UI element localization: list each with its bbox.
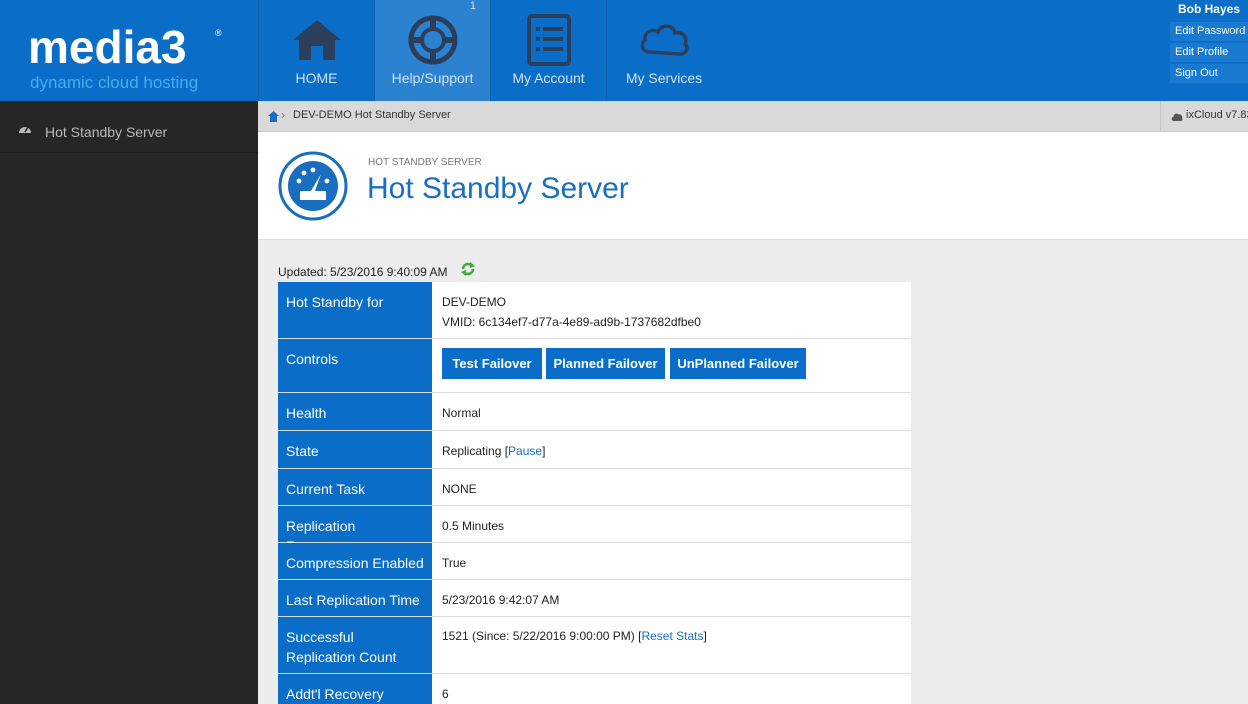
gauge-icon: [19, 126, 31, 133]
successful-count-value: 1521 (Since: 5/22/2016 9:00:00 PM) [Rese…: [442, 629, 707, 643]
sidebar-item-hot-standby[interactable]: Hot Standby Server: [0, 111, 258, 153]
speedometer-icon: [278, 151, 348, 221]
lifebuoy-icon: [408, 15, 457, 65]
table-row: Controls Test Failover Planned Failover …: [278, 339, 911, 393]
unplanned-failover-button[interactable]: UnPlanned Failover: [670, 348, 806, 379]
main-content: Updated: 5/23/2016 9:40:09 AM Hot Standb…: [258, 241, 1248, 704]
table-row: Current Task NONE: [278, 469, 911, 506]
row-label: Addt'l Recovery Points: [278, 674, 433, 704]
standby-vmid: VMID: 6c134ef7-d77a-4e89-ad9b-1737682dfb…: [442, 315, 701, 329]
breadcrumb: › DEV-DEMO Hot Standby Server ixCloud v7…: [258, 101, 1248, 132]
nav-services-label: My Services: [625, 70, 703, 86]
row-label: Replication Frequency: [278, 506, 433, 554]
compression-value: True: [442, 556, 467, 570]
refresh-icon[interactable]: [460, 261, 476, 277]
document-list-icon: [526, 14, 571, 66]
row-label: Compression Enabled: [278, 543, 433, 579]
edit-profile-link[interactable]: Edit Profile: [1170, 43, 1248, 62]
replication-frequency-value: 0.5 Minutes: [442, 519, 505, 533]
current-task-value: NONE: [442, 482, 477, 496]
row-label: Controls: [278, 339, 433, 392]
test-failover-button[interactable]: Test Failover: [442, 348, 542, 379]
table-row: Replication Frequency 0.5 Minutes: [278, 506, 911, 554]
reset-stats-link[interactable]: Reset Stats: [641, 629, 703, 643]
nav-help-label: Help/Support: [391, 70, 474, 86]
row-label: State: [278, 431, 433, 468]
sidebar: Hot Standby Server: [0, 101, 258, 704]
state-suffix: ]: [542, 444, 546, 458]
state-text: Replicating [: [442, 444, 509, 458]
last-replication-value: 5/23/2016 9:42:07 AM: [442, 593, 560, 607]
home-icon: [292, 20, 341, 60]
nav-home[interactable]: HOME: [258, 0, 374, 101]
table-row: Last Replication Time 5/23/2016 9:42:07 …: [278, 580, 911, 617]
user-menu: Bob Hayes Edit Password Edit Profile Sig…: [1170, 0, 1248, 101]
main-nav: HOME 1 Help/Support My Account My Servic…: [258, 0, 721, 101]
state-value: Replicating [Pause]: [442, 444, 545, 458]
help-badge: 1: [469, 0, 476, 12]
table-row: Hot Standby for DEV-DEMO VMID: 6c134ef7-…: [278, 282, 911, 339]
page-subtitle: HOT STANDBY SERVER: [368, 157, 482, 168]
row-label: Last Replication Time: [278, 580, 433, 616]
nav-account-label: My Account: [512, 70, 585, 86]
table-row: Addt'l Recovery Points 6: [278, 674, 911, 704]
count-suffix: ]: [703, 629, 707, 643]
recovery-points-value: 6: [442, 687, 449, 701]
updated-timestamp: Updated: 5/23/2016 9:40:09 AM: [278, 265, 448, 279]
standby-host: DEV-DEMO: [442, 295, 507, 309]
table-row: Compression Enabled True: [278, 543, 911, 580]
page-title: Hot Standby Server: [367, 172, 629, 205]
chevron-right-icon: ›: [281, 108, 285, 122]
nav-my-services[interactable]: My Services: [606, 0, 721, 101]
logo-wordmark: media3: [28, 21, 187, 73]
table-row: State Replicating [Pause]: [278, 431, 911, 469]
sidebar-item-label: Hot Standby Server: [45, 124, 168, 140]
page-header: HOT STANDBY SERVER Hot Standby Server: [258, 132, 1248, 240]
edit-password-link[interactable]: Edit Password: [1170, 22, 1248, 41]
breadcrumb-path: DEV-DEMO Hot Standby Server: [293, 109, 451, 121]
cloud-icon: [640, 24, 689, 56]
nav-help-support[interactable]: 1 Help/Support: [374, 0, 490, 101]
user-name: Bob Hayes: [1177, 2, 1240, 16]
row-label: Health: [278, 393, 433, 430]
row-label: Current Task: [278, 469, 433, 505]
logo-tagline: dynamic cloud hosting: [30, 73, 199, 92]
cloud-icon: [1171, 113, 1183, 121]
row-label: Successful Replication Count: [278, 617, 433, 673]
version-label: ixCloud v7.83: [1186, 109, 1248, 121]
table-row: Health Normal: [278, 393, 911, 431]
nav-home-label: HOME: [295, 70, 338, 86]
logo[interactable]: media3 ® dynamic cloud hosting: [0, 0, 258, 101]
home-icon[interactable]: [268, 111, 279, 122]
planned-failover-button[interactable]: Planned Failover: [546, 348, 665, 379]
nav-my-account[interactable]: My Account: [490, 0, 606, 101]
top-bar: media3 ® dynamic cloud hosting HOME 1 He…: [0, 0, 1248, 101]
row-label: Hot Standby for: [278, 282, 433, 338]
pause-link[interactable]: Pause: [508, 444, 542, 458]
count-text: 1521 (Since: 5/22/2016 9:00:00 PM) [: [442, 629, 642, 643]
registered-mark: ®: [215, 28, 222, 38]
health-value: Normal: [442, 406, 481, 420]
table-row: Successful Replication Count 1521 (Since…: [278, 617, 911, 674]
version-info: ixCloud v7.83: [1160, 101, 1248, 131]
sign-out-link[interactable]: Sign Out: [1170, 64, 1248, 83]
